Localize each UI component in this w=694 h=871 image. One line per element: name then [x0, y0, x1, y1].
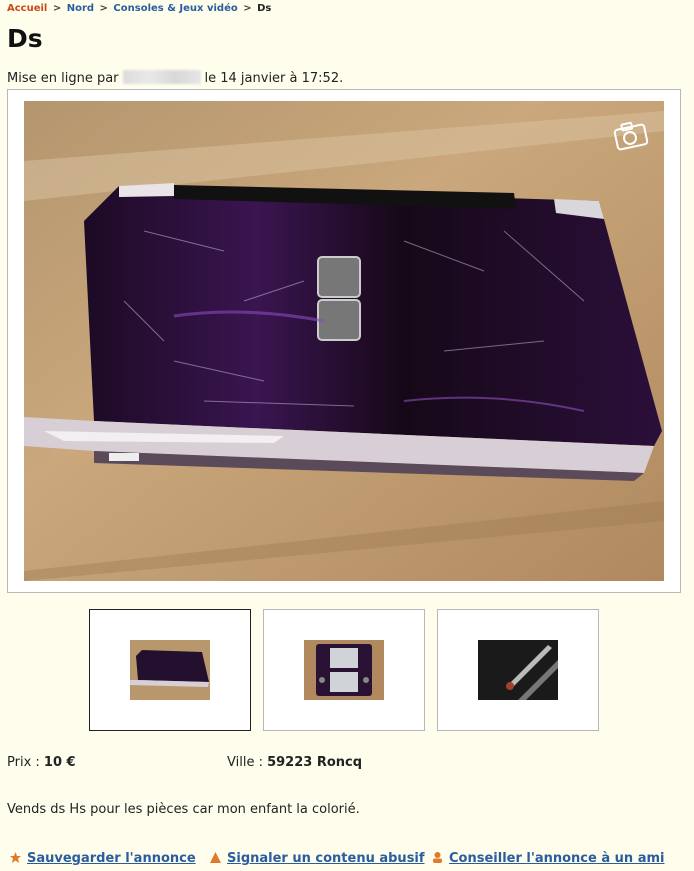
price-field: Prix : 10 €	[7, 755, 76, 770]
report-ad-label: Signaler un contenu abusif	[227, 851, 425, 866]
thumbnail-2[interactable]	[263, 609, 425, 731]
save-ad-link[interactable]: Sauvegarder l'annonce	[10, 851, 196, 866]
posted-info: Mise en ligne par le 14 janvier à 17:52.	[7, 70, 343, 86]
thumbnail-image	[304, 640, 384, 700]
page-title: Ds	[7, 24, 43, 53]
friend-icon	[432, 852, 443, 863]
redacted-username	[122, 70, 201, 84]
breadcrumb-home-link[interactable]: Accueil	[7, 3, 47, 14]
share-ad-label: Conseiller l'annonce à un ami	[449, 851, 665, 866]
city-value: 59223 Roncq	[267, 755, 363, 770]
save-ad-label: Sauvegarder l'annonce	[27, 851, 196, 866]
save-icon	[10, 852, 21, 863]
posted-date: le 14 janvier à 17:52.	[204, 71, 344, 86]
ad-description: Vends ds Hs pour les pièces car mon enfa…	[7, 802, 360, 817]
main-image-frame	[7, 89, 681, 593]
thumbnail-1[interactable]	[89, 609, 251, 731]
price-value: 10 €	[43, 755, 76, 770]
posted-prefix: Mise en ligne par	[7, 71, 119, 86]
breadcrumb-separator: >	[52, 3, 62, 14]
thumbnail-3[interactable]	[437, 609, 599, 731]
ad-actions: Sauvegarder l'annonce Signaler un conten…	[0, 851, 694, 871]
city-label: Ville :	[227, 755, 263, 770]
main-image[interactable]	[24, 101, 664, 581]
breadcrumb-category-link[interactable]: Consoles & Jeux vidéo	[113, 3, 237, 14]
breadcrumb: Accueil > Nord > Consoles & Jeux vidéo >…	[7, 3, 271, 14]
warning-icon	[210, 852, 221, 863]
breadcrumb-current: Ds	[257, 3, 272, 14]
thumbnail-image	[478, 640, 558, 700]
breadcrumb-separator: >	[99, 3, 108, 14]
share-ad-link[interactable]: Conseiller l'annonce à un ami	[432, 851, 664, 866]
city-field: Ville : 59223 Roncq	[227, 755, 362, 770]
breadcrumb-separator: >	[243, 3, 252, 14]
thumbnail-image	[130, 640, 210, 700]
breadcrumb-region-link[interactable]: Nord	[67, 3, 94, 14]
camera-watermark-icon	[612, 119, 650, 151]
price-label: Prix :	[7, 755, 40, 770]
report-ad-link[interactable]: Signaler un contenu abusif	[210, 851, 425, 866]
main-photo-illustration	[24, 101, 664, 581]
